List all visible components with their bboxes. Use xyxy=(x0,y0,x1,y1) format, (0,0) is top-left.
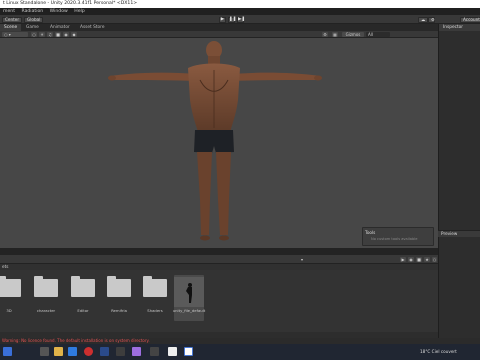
menu-item-window[interactable]: Window xyxy=(50,9,68,14)
tools-overlay: Tools No custom tools available xyxy=(362,227,434,246)
asset-name: Remifria xyxy=(111,308,127,313)
model-thumbnail-icon xyxy=(174,277,204,307)
asset-folder[interactable]: Editor xyxy=(68,275,98,321)
menu-item-component[interactable]: ment xyxy=(3,9,15,14)
asset-folder[interactable]: character xyxy=(31,275,61,321)
project-toolbar: ▾ ▶ ◉ ■ ★ ○ xyxy=(0,255,438,264)
photoshop-icon[interactable] xyxy=(100,347,109,356)
search-icon[interactable] xyxy=(40,347,49,356)
taskbar: 18°C Ciel couvert xyxy=(0,344,480,360)
inspector-label: Inspector xyxy=(443,25,464,30)
scene-viewport[interactable] xyxy=(0,38,438,248)
add-icon[interactable]: ▾ xyxy=(300,257,304,262)
tab-asset-store[interactable]: Asset Store xyxy=(76,24,108,31)
weather-widget[interactable]: 18°C Ciel couvert xyxy=(420,349,457,354)
asset-name: unity_file_default xyxy=(172,308,206,313)
center-toggle[interactable]: Center xyxy=(2,17,23,23)
eye-icon[interactable]: ○ xyxy=(432,257,437,262)
hidden-objects-toggle[interactable]: ◉ xyxy=(63,32,69,37)
tools-title: Tools xyxy=(365,230,376,235)
opera-icon[interactable] xyxy=(84,347,93,356)
scene-tabs: Scene Game Animator Asset Store xyxy=(0,24,438,31)
play-button[interactable]: ▶ xyxy=(219,17,226,23)
scene-search-input[interactable]: All xyxy=(366,32,390,37)
scene-toolbar: ○ ▾ ○ ☀ ♫ ■ ◉ ◆ ⚙ ▦ Gizmos All xyxy=(0,31,438,38)
services-button[interactable]: ⚙ xyxy=(428,17,435,23)
tools-subtitle: No custom tools available xyxy=(371,237,418,241)
tab-game-label: Game xyxy=(26,25,39,30)
asset-name: Editor xyxy=(77,308,89,313)
folder-icon xyxy=(0,276,21,297)
edge-icon[interactable] xyxy=(68,347,77,356)
unity-hub-icon[interactable] xyxy=(168,347,177,356)
global-toggle[interactable]: Global xyxy=(24,17,44,23)
asset-name: Shaders xyxy=(147,308,163,313)
filter-icon[interactable]: ◉ xyxy=(408,257,414,262)
panel-divider[interactable] xyxy=(0,248,438,255)
collab-button[interactable]: ☁ xyxy=(418,17,429,23)
main-toolbar: Center Global ▶ ❚❚ ▶❚ ☁ ⚙ Account xyxy=(0,15,480,24)
tab-asset-store-label: Asset Store xyxy=(80,25,105,30)
inspector-panel: Inspector xyxy=(438,24,480,342)
terminal-icon[interactable] xyxy=(150,347,159,356)
tab-animator-label: Animator xyxy=(50,25,70,30)
folder-icon xyxy=(107,276,131,297)
windows-start-icon[interactable] xyxy=(3,347,12,356)
favorite-icon[interactable]: ★ xyxy=(424,257,430,262)
unity-editor-icon[interactable] xyxy=(184,347,193,356)
project-assets-grid: 3D character Editor Remifria Shaders uni… xyxy=(0,270,438,332)
scene-camera-button[interactable]: ⚙ xyxy=(322,32,328,37)
asset-model[interactable]: unity_file_default xyxy=(172,275,206,321)
preview-header[interactable]: Preview xyxy=(438,230,480,237)
gizmos-dropdown[interactable]: Gizmos xyxy=(342,32,364,37)
folder-icon xyxy=(34,276,58,297)
asset-folder[interactable]: Shaders xyxy=(140,275,170,321)
window-title: t Linux Standalone - Unity 2020.3.41f1 P… xyxy=(0,0,480,8)
account-button[interactable]: Account xyxy=(460,17,480,23)
tab-scene[interactable]: Scene xyxy=(0,24,22,31)
asset-name: 3D xyxy=(6,308,12,313)
menu-bar: ment Radiation Window Help xyxy=(0,8,480,15)
tab-game[interactable]: Game xyxy=(22,24,43,31)
scene-search-placeholder: All xyxy=(368,32,373,37)
tab-animator[interactable]: Animator xyxy=(46,24,74,31)
shading-dropdown[interactable]: ○ ▾ xyxy=(2,32,28,37)
asset-folder[interactable]: 3D xyxy=(0,275,24,321)
2d-toggle[interactable]: ○ xyxy=(31,32,37,37)
file-explorer-icon[interactable] xyxy=(54,347,63,356)
play-icon[interactable]: ▶ xyxy=(400,257,406,262)
preview-label: Preview xyxy=(441,231,458,236)
tab-scene-label: Scene xyxy=(4,25,18,30)
pause-button[interactable]: ❚❚ xyxy=(228,17,237,23)
lighting-toggle[interactable]: ☀ xyxy=(39,32,45,37)
asset-folder[interactable]: Remifria xyxy=(104,275,134,321)
global-label: Global xyxy=(27,17,41,22)
effects-toggle[interactable]: ■ xyxy=(55,32,61,37)
app-icon[interactable] xyxy=(116,347,125,356)
gizmos-label: Gizmos xyxy=(345,32,361,37)
character-model[interactable] xyxy=(0,38,438,248)
grid-toggle[interactable]: ▦ xyxy=(332,32,338,37)
label-icon[interactable]: ■ xyxy=(416,257,422,262)
folder-icon xyxy=(71,276,95,297)
camera-settings-button[interactable]: ◆ xyxy=(71,32,77,37)
menu-item-help[interactable]: Help xyxy=(74,9,84,14)
asset-name: character xyxy=(36,308,56,313)
menu-item-radiation[interactable]: Radiation xyxy=(21,9,43,14)
center-label: Center xyxy=(5,17,20,22)
audio-toggle[interactable]: ♫ xyxy=(47,32,53,37)
account-label: Account xyxy=(463,17,480,22)
folder-icon xyxy=(143,276,167,297)
visual-studio-icon[interactable] xyxy=(132,347,141,356)
tab-inspector[interactable]: Inspector xyxy=(439,24,480,31)
step-button[interactable]: ▶❚ xyxy=(237,17,245,23)
